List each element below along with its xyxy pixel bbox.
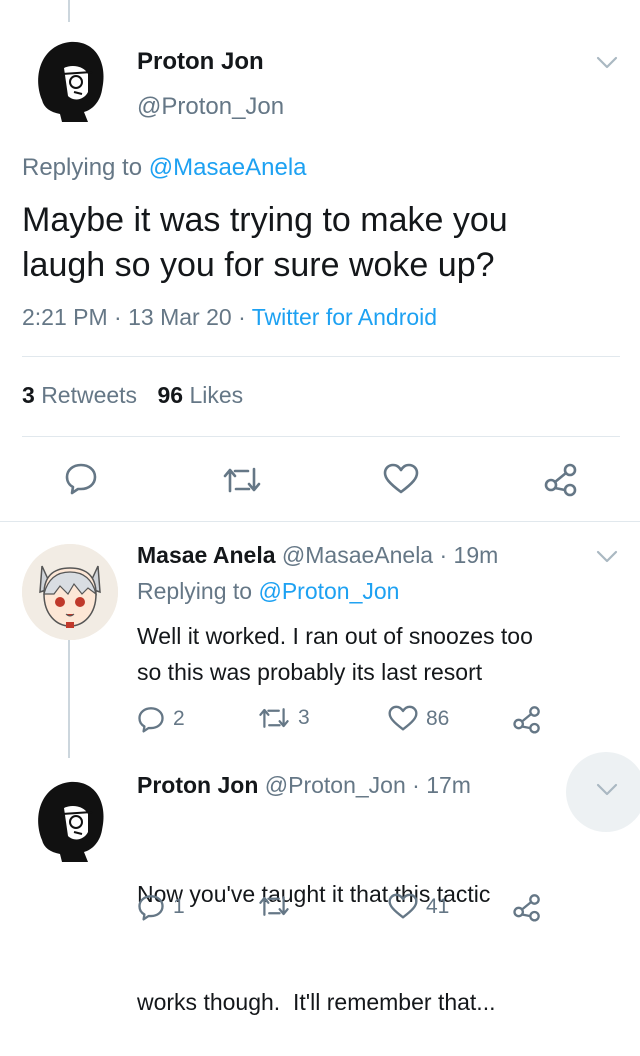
avatar[interactable]: [22, 770, 118, 866]
reply-action[interactable]: 1: [137, 893, 185, 921]
retweet-count: 3: [298, 706, 310, 729]
reply-time: · 19m: [439, 542, 499, 568]
like-icon: [388, 893, 418, 919]
thread-line: [68, 0, 70, 22]
replying-handle-link[interactable]: @Proton_Jon: [258, 578, 399, 604]
tweet-meta: 2:21 PM · 13 Mar 20 · Twitter for Androi…: [22, 304, 437, 331]
like-action[interactable]: 41: [388, 893, 449, 920]
author-name[interactable]: Proton Jon: [137, 48, 264, 76]
tweet-date: 13 Mar 20: [128, 304, 232, 330]
author-handle[interactable]: @MasaeAnela: [282, 542, 433, 568]
author-name[interactable]: Proton Jon: [137, 772, 258, 798]
retweet-icon[interactable]: [222, 465, 262, 495]
replying-to: Replying to @MasaeAnela: [22, 154, 307, 182]
meta-separator: ·: [238, 304, 246, 330]
reply-text: Now you've taught it that this tactic wo…: [137, 804, 495, 1056]
retweet-action[interactable]: 3: [258, 705, 310, 731]
likes-count: 96: [157, 382, 184, 408]
chevron-down-icon[interactable]: [596, 550, 618, 564]
retweets-stat[interactable]: 3 Retweets: [22, 382, 143, 408]
like-action[interactable]: 86: [388, 705, 449, 732]
tweet-source-link[interactable]: Twitter for Android: [252, 304, 437, 330]
reply-icon[interactable]: [64, 461, 98, 495]
author-name[interactable]: Masae Anela: [137, 542, 276, 568]
reply-text: Well it worked. I ran out of snoozes too…: [137, 618, 533, 690]
divider: [22, 436, 620, 437]
author-handle[interactable]: @Proton_Jon: [265, 772, 406, 798]
tweet-text-line: Maybe it was trying to make you: [22, 201, 508, 239]
reply-count: 1: [173, 895, 185, 918]
share-icon[interactable]: [543, 461, 579, 497]
reply-text-line: Well it worked. I ran out of snoozes too: [137, 623, 533, 649]
tweet-text: Maybe it was trying to make you laugh so…: [22, 198, 508, 288]
reply-header: Masae Anela @MasaeAnela · 19m: [137, 542, 498, 569]
meta-separator: ·: [114, 304, 122, 330]
reply-count: 2: [173, 707, 185, 730]
share-icon[interactable]: [512, 892, 542, 922]
reply-icon: [138, 707, 164, 733]
tweet-time: 2:21 PM: [22, 304, 108, 330]
retweets-count: 3: [22, 382, 35, 408]
like-count: 86: [426, 706, 450, 730]
share-icon[interactable]: [512, 704, 542, 734]
replying-prefix: Replying to: [22, 154, 143, 181]
reply-action[interactable]: 2: [137, 705, 185, 733]
like-count: 41: [426, 894, 450, 918]
replying-to: Replying to @Proton_Jon: [137, 578, 399, 605]
avatar[interactable]: [22, 544, 118, 640]
reply-text-line: works though. It'll remember that...: [137, 989, 496, 1015]
replying-prefix: Replying to: [137, 578, 253, 604]
likes-label: Likes: [189, 382, 244, 408]
divider: [22, 356, 620, 357]
author-handle[interactable]: @Proton_Jon: [137, 93, 284, 121]
retweets-label: Retweets: [41, 382, 138, 408]
chevron-down-icon[interactable]: [596, 783, 618, 797]
reply-header: Proton Jon @Proton_Jon · 17m: [137, 772, 471, 799]
avatar[interactable]: [22, 30, 118, 126]
retweet-icon: [259, 708, 289, 728]
retweet-icon: [259, 896, 289, 916]
likes-stat[interactable]: 96 Likes: [157, 382, 243, 408]
chevron-down-icon[interactable]: [596, 56, 618, 70]
engagement-stats: 3 Retweets 96 Likes: [22, 382, 243, 409]
thread-line: [68, 640, 70, 758]
retweet-action[interactable]: [258, 893, 298, 919]
reply-icon: [138, 895, 164, 921]
reply-text-line: so this was probably its last resort: [137, 659, 483, 685]
divider: [0, 521, 640, 522]
replying-handle-link[interactable]: @MasaeAnela: [149, 154, 307, 181]
reply-time: · 17m: [412, 772, 471, 798]
tweet-text-line: laugh so you for sure woke up?: [22, 246, 495, 284]
like-icon[interactable]: [383, 463, 419, 495]
like-icon: [388, 705, 418, 731]
